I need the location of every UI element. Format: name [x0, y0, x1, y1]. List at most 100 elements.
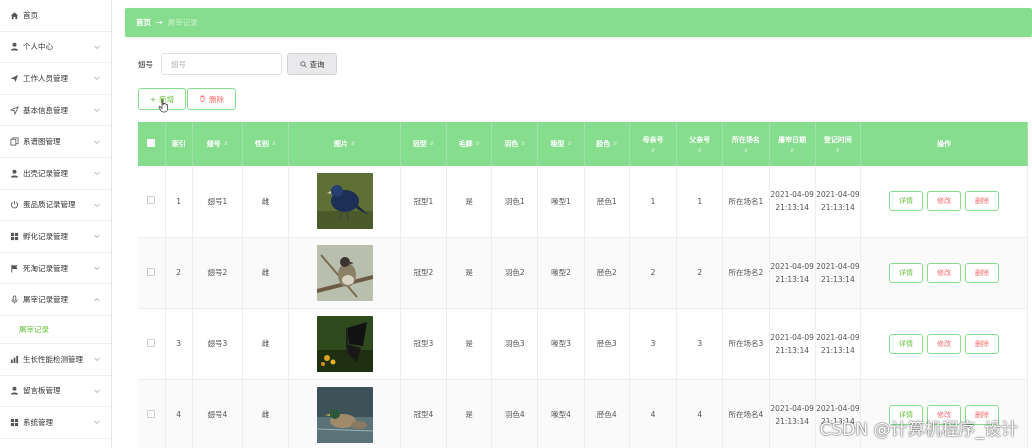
user-icon: [9, 42, 19, 52]
sidebar-item-profile[interactable]: 个人中心: [0, 32, 111, 64]
cell-beak: 喙型4: [537, 379, 585, 448]
search-button[interactable]: 查询: [287, 53, 337, 75]
column-header[interactable]: 羽色 ⇵: [491, 122, 539, 166]
column-header[interactable]: 冠型 ⇵: [400, 122, 448, 166]
copy-icon: [9, 137, 19, 147]
sidebar-item-label: 基本信息管理: [23, 105, 68, 115]
edit-button[interactable]: 修改: [926, 262, 961, 283]
column-header[interactable]: 母亲号 ⇵: [629, 122, 678, 166]
mouse-cursor-icon: [158, 99, 168, 113]
row-checkbox[interactable]: [138, 237, 166, 309]
cell-wing-number: 翅号3: [192, 308, 244, 380]
sidebar-item-label: 孵化记录管理: [23, 231, 68, 241]
cell-comb: 冠型3: [400, 308, 448, 380]
column-header[interactable]: 性别 ⇵: [242, 122, 290, 166]
sidebar-item-label: 留言板管理: [23, 386, 61, 396]
bird-photo[interactable]: [316, 244, 373, 301]
column-header[interactable]: 登记时间 ⇵: [815, 122, 861, 166]
cell-feather-foot: 是: [446, 379, 493, 448]
sidebar-item-label: 首页: [23, 10, 38, 20]
row-delete-button[interactable]: 删除: [964, 333, 999, 354]
cell-slaughter-date: 2021-04-09 21:13:14: [769, 166, 816, 238]
sidebar-item-incubation[interactable]: 孵化记录管理: [0, 221, 111, 253]
chart-icon: [9, 354, 19, 364]
column-header[interactable]: 喙型 ⇵: [537, 122, 585, 166]
column-header: 操作: [860, 122, 1029, 166]
cell-shank: 胫色4: [584, 379, 630, 448]
cell-sex: 雌: [242, 308, 290, 380]
plus-icon: +: [149, 94, 157, 104]
sidebar-item-message-board[interactable]: 留言板管理: [0, 376, 111, 408]
sidebar-item-label: 死淘记录管理: [23, 263, 68, 273]
table-row: 3 翅号3 雌 冠型3 是 羽色3 喙型3 胫色3 3 3 所在场名3 2021…: [138, 308, 1029, 380]
delete-button[interactable]: 删除: [187, 88, 236, 110]
detail-button[interactable]: 详情: [888, 191, 923, 212]
cell-father: 2: [676, 237, 724, 309]
chevron-down-icon: [94, 45, 100, 50]
cell-register-time: 2021-04-09 21:13:14: [815, 308, 861, 380]
select-all-checkbox[interactable]: [138, 122, 166, 166]
duck-photo[interactable]: [316, 386, 373, 443]
sidebar-subitem-slaughter-records[interactable]: 屠宰记录: [0, 315, 111, 344]
column-header[interactable]: 所在场名 ⇵: [722, 122, 770, 166]
row-delete-button[interactable]: 删除: [964, 191, 999, 212]
chevron-down-icon: [94, 77, 100, 81]
sidebar-item-system[interactable]: 系统管理: [0, 407, 111, 439]
sidebar-item-slaughter[interactable]: 屠宰记录管理: [0, 284, 111, 316]
sidebar-item-label: 个人中心: [23, 42, 53, 52]
column-header[interactable]: 父亲号 ⇵: [676, 122, 724, 166]
action-bar: + 新增 删除: [138, 88, 236, 110]
breadcrumb-home[interactable]: 首页: [136, 17, 151, 28]
edit-button[interactable]: 修改: [926, 191, 961, 212]
bird-photo[interactable]: [316, 173, 373, 230]
cell-color: 羽色4: [491, 379, 539, 448]
cell-beak: 喙型3: [537, 308, 585, 380]
sidebar-item-growth[interactable]: 生长性能检测管理: [0, 344, 111, 376]
cell-comb: 冠型4: [400, 379, 448, 448]
flag-icon: [9, 263, 19, 273]
sidebar-item-home[interactable]: 首页: [0, 0, 111, 32]
column-header[interactable]: 索引: [165, 122, 193, 166]
search-button-label: 查询: [309, 59, 325, 69]
column-header[interactable]: 翅号 ⇵: [192, 122, 244, 166]
chevron-down-icon: [94, 389, 100, 393]
butterfly-photo[interactable]: [316, 315, 373, 372]
breadcrumb-separator: →: [156, 18, 163, 27]
cell-comb: 冠型1: [400, 166, 448, 238]
sidebar-item-pedigree[interactable]: 系谱图管理: [0, 126, 111, 158]
power-icon: [9, 200, 19, 210]
sidebar-item-culling[interactable]: 死淘记录管理: [0, 253, 111, 285]
chevron-down-icon: [94, 421, 100, 425]
row-delete-button[interactable]: 删除: [964, 262, 999, 283]
cell-register-time: 2021-04-09 21:13:14: [815, 237, 861, 309]
column-header[interactable]: 毛脚 ⇵: [446, 122, 493, 166]
table-row: 2 翅号2 雌 冠型2 是 羽色2 喙型2 胫色2 2 2 所在场名2 2021…: [138, 237, 1029, 309]
row-checkbox[interactable]: [138, 166, 166, 238]
sidebar-item-egg-quality[interactable]: 蛋品质记录管理: [0, 190, 111, 222]
sidebar-item-hatch-out[interactable]: 出壳记录管理: [0, 158, 111, 190]
cell-sex: 雌: [242, 237, 290, 309]
search-input[interactable]: [161, 53, 282, 75]
column-header[interactable]: 图片 ⇵: [288, 122, 401, 166]
detail-button[interactable]: 详情: [888, 262, 923, 283]
chevron-down-icon: [94, 108, 100, 113]
trash-icon: [199, 95, 206, 104]
cell-feather-foot: 是: [446, 308, 493, 380]
data-table: 索引 翅号 ⇵ 性别 ⇵ 图片 ⇵ 冠型 ⇵ 毛脚 ⇵ 羽色 ⇵ 喙型 ⇵ 胫色 ⇵ 母亲号 ⇵ …: [138, 122, 1029, 448]
row-checkbox[interactable]: [138, 379, 166, 448]
sidebar-item-basic-info[interactable]: 基本信息管理: [0, 95, 111, 127]
detail-button[interactable]: 详情: [888, 333, 923, 354]
search-icon: [299, 60, 307, 68]
cell-farm: 所在场名4: [722, 379, 770, 448]
sidebar-item-label: 蛋品质记录管理: [23, 200, 76, 210]
column-header[interactable]: 屠宰日期 ⇵: [769, 122, 816, 166]
cell-farm: 所在场名1: [722, 166, 770, 238]
edit-button[interactable]: 修改: [926, 333, 961, 354]
cell-father: 3: [676, 308, 724, 380]
row-checkbox[interactable]: [138, 308, 166, 380]
column-header[interactable]: 胫色 ⇵: [584, 122, 630, 166]
send-icon: [9, 73, 19, 83]
cell-mother: 2: [629, 237, 678, 309]
grid-icon: [9, 231, 19, 241]
sidebar-item-staff[interactable]: 工作人员管理: [0, 63, 111, 95]
